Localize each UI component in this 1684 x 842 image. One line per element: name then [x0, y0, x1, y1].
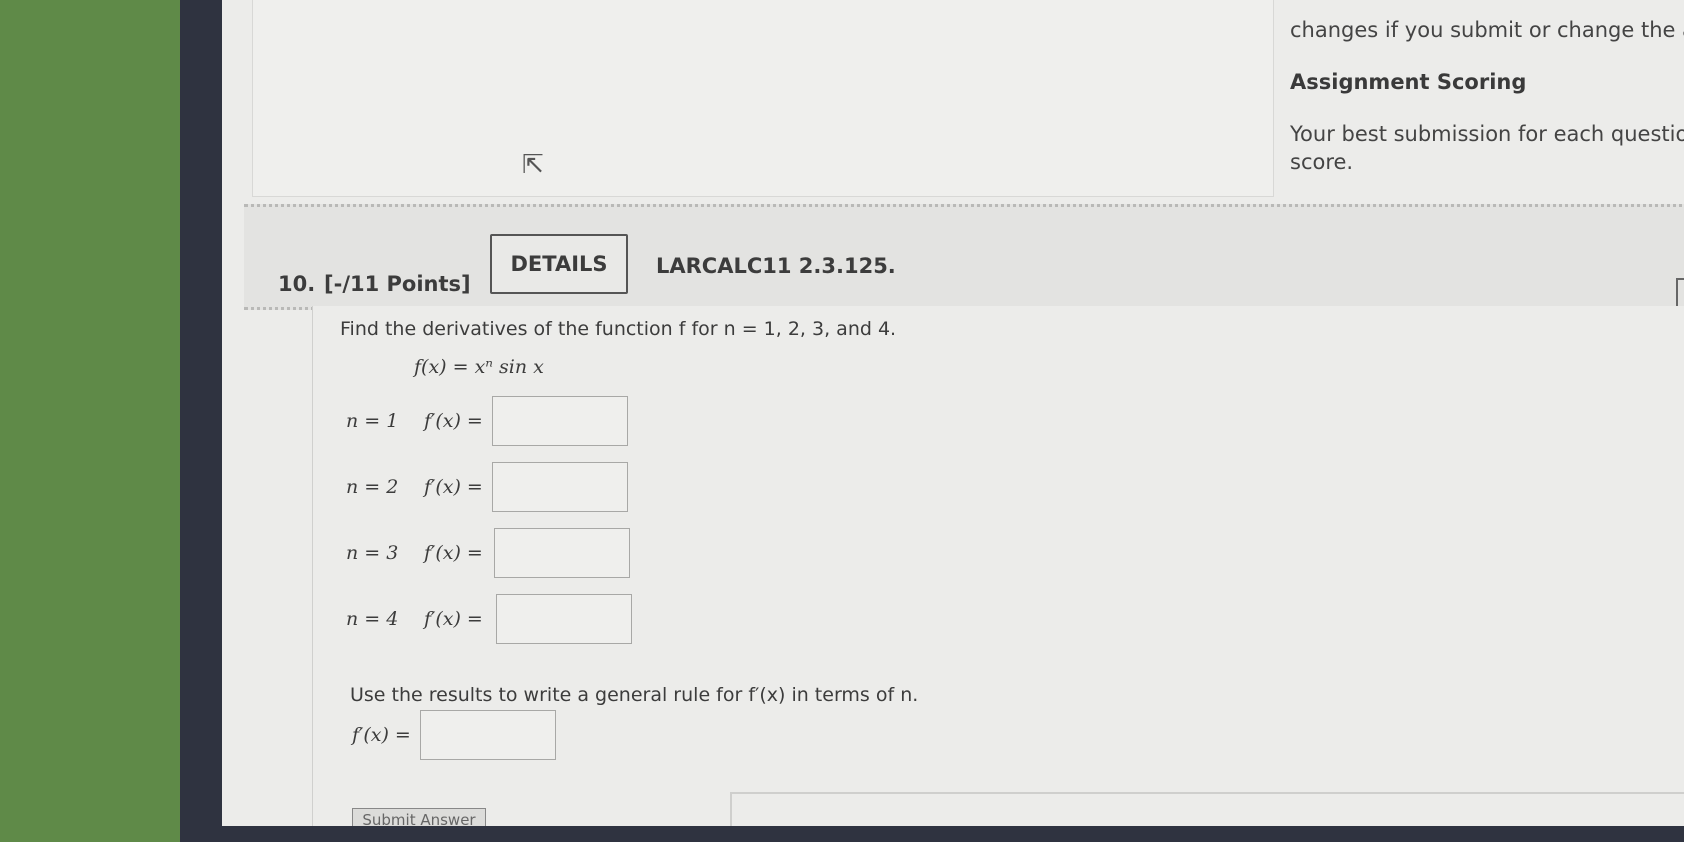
row-n-label: n = 2	[346, 476, 399, 498]
details-button[interactable]: DETAILS	[490, 234, 628, 294]
general-rule-prompt: Use the results to write a general rule …	[350, 684, 919, 706]
row-derivative-label: f′(x) =	[424, 542, 483, 564]
row-derivative-label: f′(x) =	[424, 410, 483, 432]
previous-question-panel	[252, 0, 1274, 197]
assignment-scoring-heading: Assignment Scoring	[1290, 70, 1527, 94]
question-prompt: Find the derivatives of the function f f…	[340, 318, 897, 340]
mouse-cursor-icon: ⇱	[522, 150, 544, 180]
row-n-label: n = 1	[346, 410, 399, 432]
question-points: [-/11 Points]	[324, 272, 471, 296]
general-derivative-label: f′(x) =	[352, 724, 411, 746]
question-number: 10.	[278, 272, 316, 296]
info-line-best-submission: Your best submission for each question	[1290, 122, 1684, 146]
info-line-changes: changes if you submit or change the an	[1290, 18, 1684, 42]
general-rule-input[interactable]	[420, 710, 556, 760]
function-definition: f(x) = xⁿ sin x	[414, 356, 544, 378]
submit-answer-button[interactable]: Submit Answer	[352, 808, 486, 826]
info-line-score: score.	[1290, 150, 1354, 174]
next-panel-frame	[730, 792, 1684, 826]
question-code: LARCALC11 2.3.125.	[656, 254, 896, 278]
row-derivative-label: f′(x) =	[424, 608, 483, 630]
row-derivative-label: f′(x) =	[424, 476, 483, 498]
answer-input-n4[interactable]	[496, 594, 632, 644]
answer-input-n2[interactable]	[492, 462, 628, 512]
row-n-label: n = 3	[346, 542, 399, 564]
answer-input-n3[interactable]	[494, 528, 630, 578]
screen: ⇱ changes if you submit or change the an…	[222, 0, 1684, 826]
answer-input-n1[interactable]	[492, 396, 628, 446]
row-n-label: n = 4	[346, 608, 399, 630]
info-panel: changes if you submit or change the an A…	[1280, 0, 1684, 196]
